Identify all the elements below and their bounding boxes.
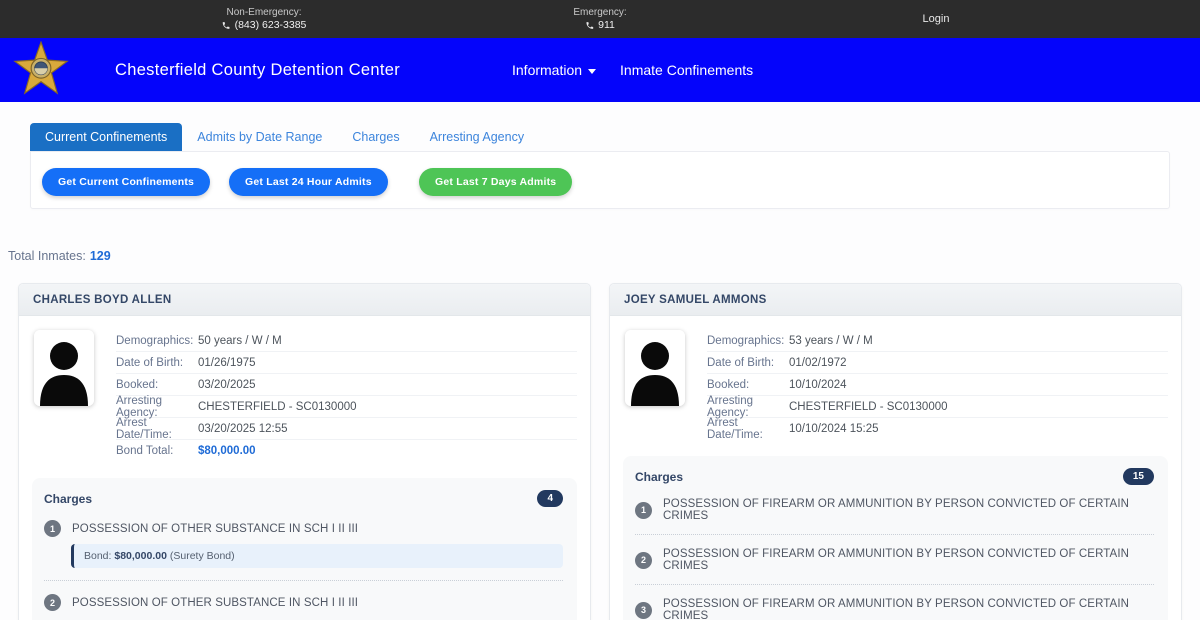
charge-number: 2 xyxy=(44,594,61,611)
emergency-phone[interactable]: 911 xyxy=(598,19,615,32)
charges-panel: Charges 15 1 POSSESSION OF FIREARM OR AM… xyxy=(623,456,1168,620)
tab-arresting-agency[interactable]: Arresting Agency xyxy=(415,123,540,151)
charge-item: 3 POSSESSION OF FIREARM OR AMMUNITION BY… xyxy=(635,598,1154,620)
divider xyxy=(44,580,563,581)
emergency-contact: Emergency: 911 xyxy=(573,6,626,32)
nav-links: Information Inmate Confinements xyxy=(512,38,753,102)
charge-item: 1 POSSESSION OF OTHER SUBSTANCE IN SCH I… xyxy=(44,520,563,537)
divider xyxy=(635,584,1154,585)
inmate-name: CHARLES BOYD ALLEN xyxy=(19,284,590,316)
charge-number: 3 xyxy=(635,601,652,619)
get-last-24-hour-admits-button[interactable]: Get Last 24 Hour Admits xyxy=(229,168,388,196)
charges-count-badge: 4 xyxy=(537,490,563,507)
charge-number: 1 xyxy=(44,520,61,537)
inmate-photo-placeholder xyxy=(34,330,94,406)
main-navbar: Chesterfield County Detention Center Inf… xyxy=(0,38,1200,102)
inmate-details: Demographics: 53 years / W / M Date of Bi… xyxy=(707,330,1168,441)
detail-row: Demographics: 50 years / W / M xyxy=(116,330,577,352)
person-silhouette-icon xyxy=(625,330,685,406)
tab-charges[interactable]: Charges xyxy=(337,123,414,151)
tab-bar: Current Confinements Admits by Date Rang… xyxy=(30,123,1170,151)
charge-item: 2 POSSESSION OF FIREARM OR AMMUNITION BY… xyxy=(635,548,1154,572)
main-content: Current Confinements Admits by Date Rang… xyxy=(0,102,1200,620)
charge-bond-note: Bond: $80,000.00 (Surety Bond) xyxy=(71,544,563,568)
phone-icon xyxy=(222,22,230,29)
detail-row: Demographics: 53 years / W / M xyxy=(707,330,1168,352)
detail-row: Booked: 10/10/2024 xyxy=(707,374,1168,396)
inmate-photo-placeholder xyxy=(625,330,685,406)
detail-row: Arresting Agency: CHESTERFIELD - SC013000… xyxy=(116,395,577,419)
utility-topbar: Non-Emergency: (843) 623-3385 Emergency:… xyxy=(0,0,1200,38)
detail-row-bond-total: Bond Total: $80,000.00 xyxy=(116,445,256,457)
total-inmates-value: 129 xyxy=(89,249,111,263)
charges-panel: Charges 4 1 POSSESSION OF OTHER SUBSTANC… xyxy=(32,478,577,620)
sheriff-star-logo xyxy=(13,41,69,95)
charge-item: 1 POSSESSION OF FIREARM OR AMMUNITION BY… xyxy=(635,498,1154,522)
detail-row: Booked: 03/20/2025 xyxy=(116,374,577,396)
emergency-label: Emergency: xyxy=(573,7,627,18)
inmate-card: JOEY SAMUEL AMMONS Demographics: 53 years… xyxy=(609,283,1182,620)
tab-content-panel: Get Current Confinements Get Last 24 Hou… xyxy=(30,151,1170,209)
charges-count-badge: 15 xyxy=(1122,468,1154,485)
total-inmates-label: Total Inmates: xyxy=(8,249,86,263)
chevron-down-icon xyxy=(588,68,597,74)
login-link[interactable]: Login xyxy=(923,0,950,38)
non-emergency-phone[interactable]: (843) 623-3385 xyxy=(235,19,307,32)
detail-row: Arrest Date/Time: 10/10/2024 15:25 xyxy=(707,417,879,441)
charge-number: 1 xyxy=(635,501,652,519)
detail-row: Arrest Date/Time: 03/20/2025 12:55 xyxy=(116,417,577,441)
nav-item-information[interactable]: Information xyxy=(512,62,597,78)
charge-number: 2 xyxy=(635,551,652,569)
get-last-7-days-admits-button[interactable]: Get Last 7 Days Admits xyxy=(419,168,573,196)
detail-row: Arresting Agency: CHESTERFIELD - SC013000… xyxy=(707,395,1168,419)
inmate-card: CHARLES BOYD ALLEN Demographics: 50 years… xyxy=(18,283,591,620)
get-current-confinements-button[interactable]: Get Current Confinements xyxy=(42,168,211,196)
divider xyxy=(635,534,1154,535)
non-emergency-label: Non-Emergency: xyxy=(226,7,302,18)
confinements-tabs-card: Current Confinements Admits by Date Rang… xyxy=(30,123,1170,209)
inmate-details: Demographics: 50 years / W / M Date of Bi… xyxy=(116,330,577,462)
nav-item-inmate-confinements[interactable]: Inmate Confinements xyxy=(620,62,753,78)
tab-admits-by-date-range[interactable]: Admits by Date Range xyxy=(182,123,337,151)
detail-row: Date of Birth: 01/02/1972 xyxy=(707,352,1168,374)
phone-icon xyxy=(586,22,593,29)
charge-item: 2 POSSESSION OF OTHER SUBSTANCE IN SCH I… xyxy=(44,594,563,611)
tab-current-confinements[interactable]: Current Confinements xyxy=(30,123,183,151)
inmate-cards-row: CHARLES BOYD ALLEN Demographics: 50 years… xyxy=(18,283,1182,620)
total-inmates-summary: Total Inmates: 129 xyxy=(8,249,111,263)
site-title: Chesterfield County Detention Center xyxy=(115,60,401,79)
person-silhouette-icon xyxy=(34,330,94,406)
detail-row: Date of Birth: 01/26/1975 xyxy=(116,352,577,374)
inmate-name: JOEY SAMUEL AMMONS xyxy=(610,284,1181,316)
charges-title: Charges xyxy=(44,491,93,506)
non-emergency-contact: Non-Emergency: (843) 623-3385 xyxy=(222,6,307,32)
charges-title: Charges xyxy=(635,469,684,484)
